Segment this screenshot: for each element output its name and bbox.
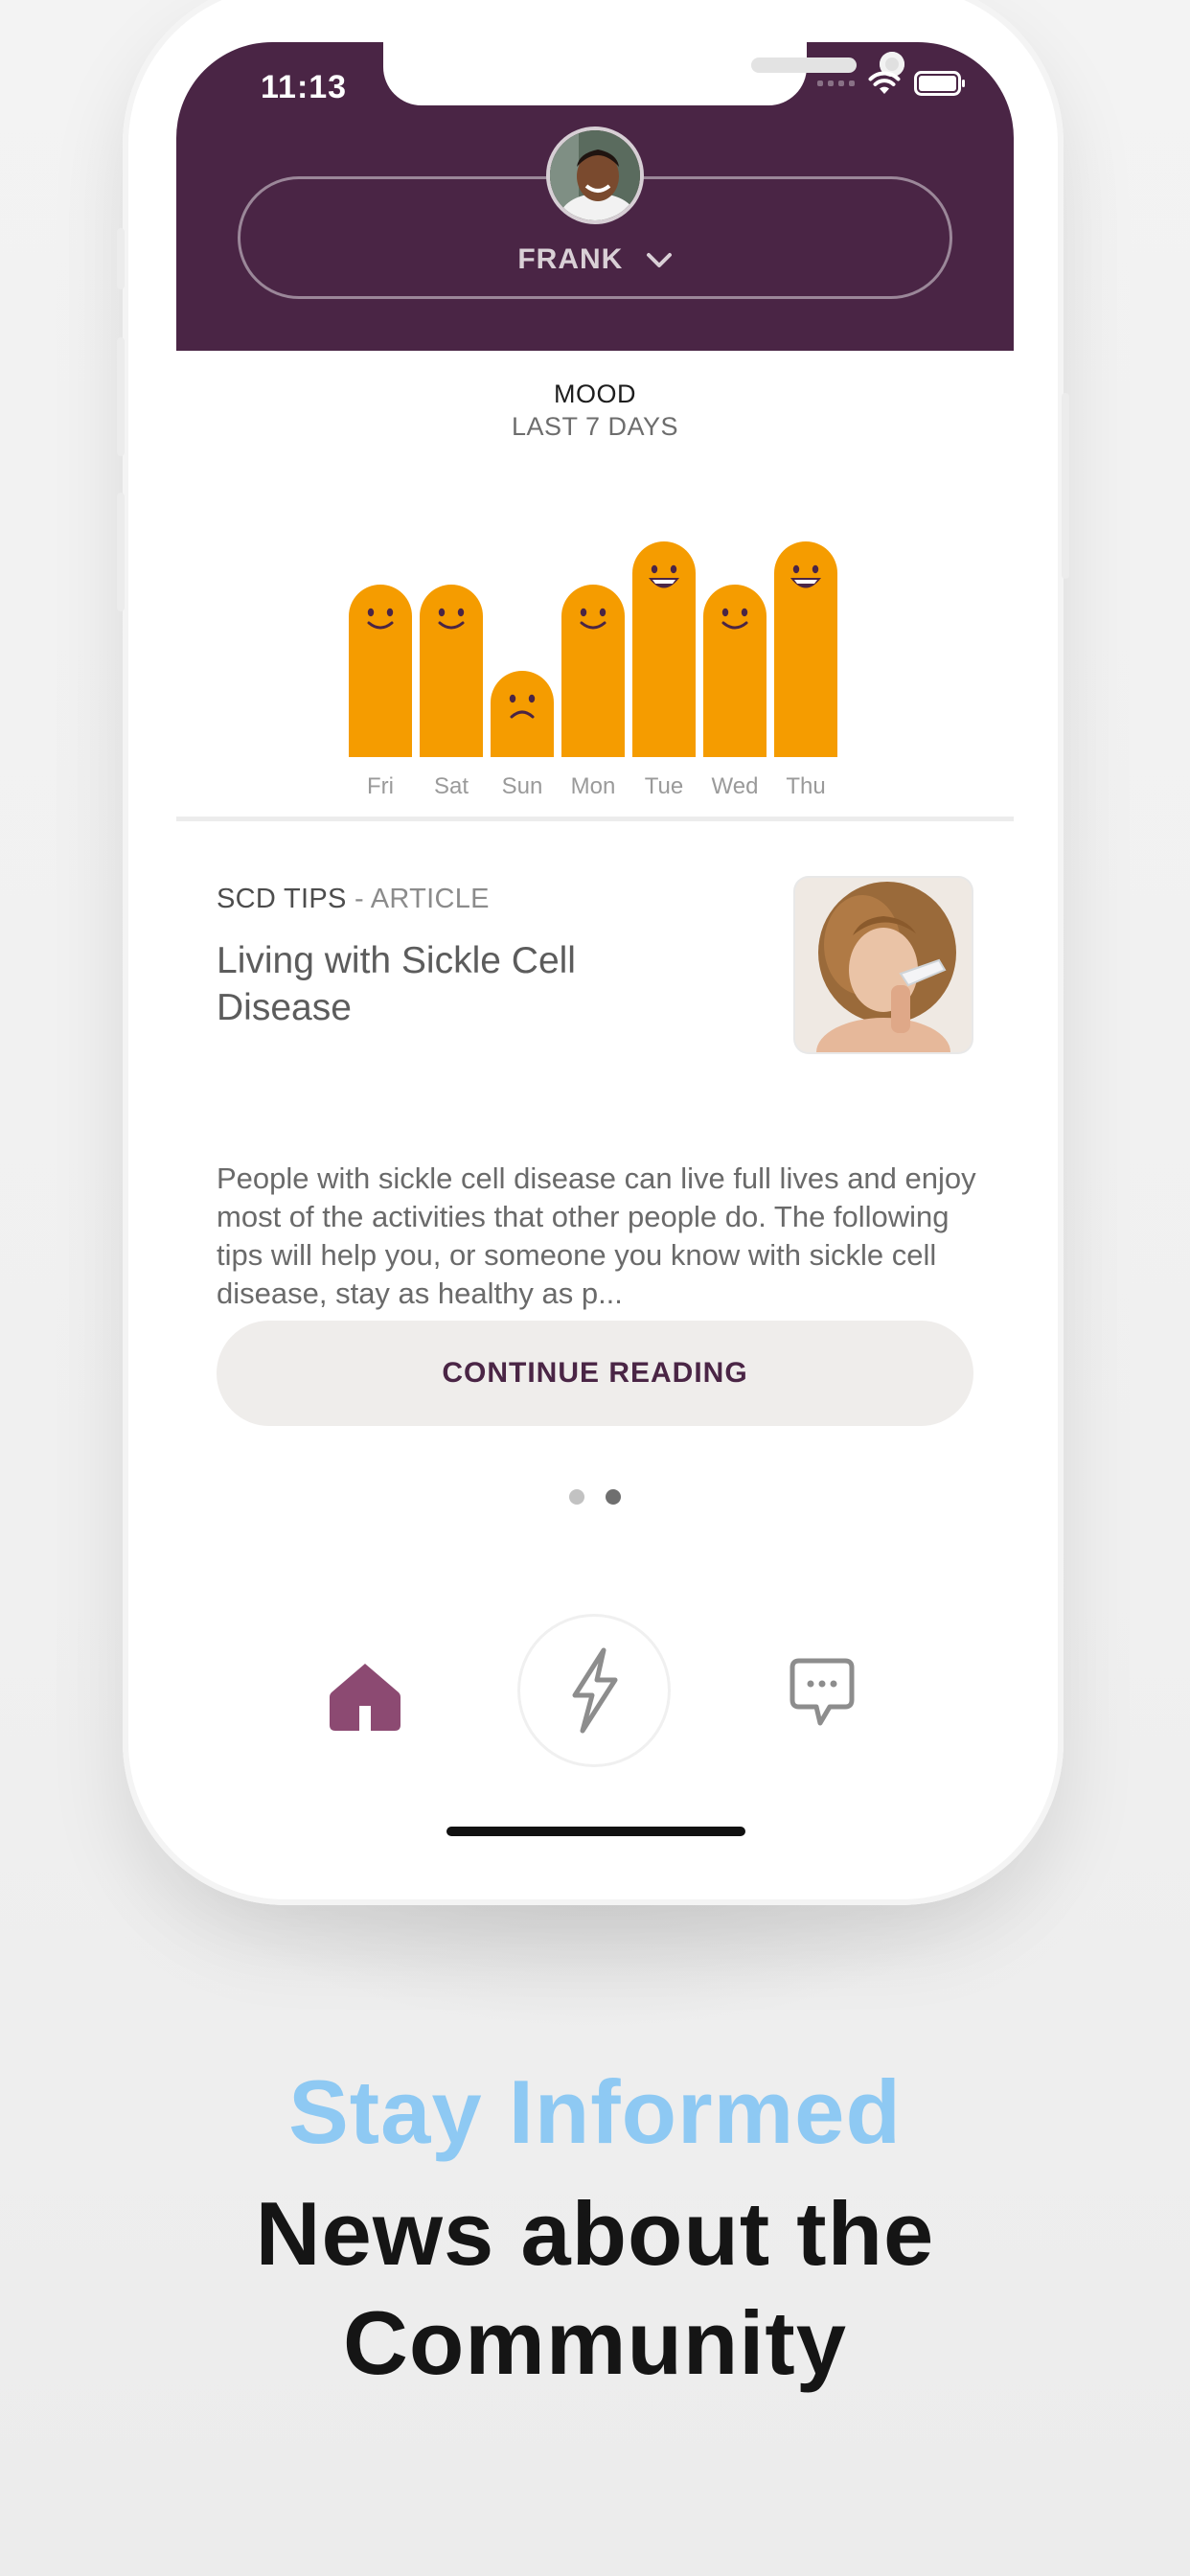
article-thumbnail[interactable] bbox=[795, 878, 972, 1052]
lightning-icon bbox=[572, 1647, 618, 1734]
profile-name-label: FRANK bbox=[517, 243, 624, 275]
mood-bar-sat[interactable] bbox=[420, 585, 483, 757]
mood-bar-shape bbox=[561, 585, 625, 757]
mood-day-label: Sat bbox=[434, 773, 469, 799]
tab-home[interactable] bbox=[330, 1662, 400, 1731]
mood-bar-shape bbox=[703, 585, 767, 757]
tab-messages[interactable] bbox=[790, 1658, 855, 1729]
mood-day-label: Thu bbox=[786, 773, 825, 799]
status-icons bbox=[817, 71, 966, 96]
mood-bar-shape bbox=[349, 585, 412, 757]
article-kicker-separator: - bbox=[354, 884, 364, 914]
marketing-tagline: Stay Informed bbox=[288, 2061, 902, 2162]
grin-teeth bbox=[652, 580, 675, 584]
mood-bar-sun[interactable] bbox=[491, 671, 554, 757]
mood-face-eye bbox=[438, 608, 446, 617]
mood-bar-fri[interactable] bbox=[349, 585, 412, 757]
mood-bar-shape bbox=[774, 541, 837, 757]
side-button-mute bbox=[117, 228, 125, 289]
mood-chart: Fri Sat Sun Mon Tue Wed Thu bbox=[349, 541, 837, 799]
continue-reading-button[interactable]: CONTINUE READING bbox=[217, 1321, 973, 1426]
mood-bar-shape bbox=[491, 671, 554, 757]
page-dot-2[interactable] bbox=[606, 1489, 621, 1505]
mood-face-eye bbox=[599, 608, 606, 617]
mood-bar-mon[interactable] bbox=[561, 585, 625, 757]
cellular-signal-icon bbox=[817, 80, 855, 86]
side-button-volume-up bbox=[117, 337, 125, 456]
home-indicator[interactable] bbox=[446, 1827, 745, 1836]
chat-bubble-icon bbox=[790, 1658, 855, 1726]
wifi-icon bbox=[868, 71, 901, 94]
mood-face-eye bbox=[651, 564, 658, 574]
mood-face-eye bbox=[367, 608, 375, 617]
mood-face-eye bbox=[386, 608, 394, 617]
marketing-headline: News about the Community bbox=[255, 2183, 935, 2393]
mood-face-eye bbox=[509, 694, 516, 703]
grin-teeth bbox=[794, 580, 817, 584]
mood-day-label: Mon bbox=[571, 773, 616, 799]
device-notch bbox=[383, 42, 904, 105]
article-kicker: SCD TIPS - ARTICLE bbox=[217, 884, 490, 915]
mood-face-eye bbox=[812, 564, 819, 574]
side-button-volume-down bbox=[117, 493, 125, 611]
article-type: ARTICLE bbox=[370, 884, 490, 914]
side-button-power bbox=[1062, 393, 1069, 579]
mood-face-eye bbox=[792, 564, 800, 574]
mood-face-eye bbox=[528, 694, 536, 703]
avatar-photo bbox=[550, 130, 640, 220]
mood-day-label: Tue bbox=[645, 773, 683, 799]
page-indicator[interactable] bbox=[176, 1489, 1014, 1505]
app-screen: 11:13 FRANK MOOD LAST 7 DAYS Fri Sat Sun… bbox=[176, 42, 1014, 1853]
mood-face-eye bbox=[670, 564, 677, 574]
mood-day-label: Fri bbox=[367, 773, 394, 799]
battery-icon bbox=[914, 71, 965, 96]
article-excerpt: People with sickle cell disease can live… bbox=[217, 1162, 976, 1310]
mood-bar-tue[interactable] bbox=[632, 541, 696, 757]
status-time: 11:13 bbox=[261, 69, 348, 105]
mood-bar-shape bbox=[420, 585, 483, 757]
page-dot-1[interactable] bbox=[569, 1489, 584, 1505]
chevron-down-icon bbox=[646, 244, 673, 277]
mood-face-eye bbox=[580, 608, 587, 617]
mood-bar-shape bbox=[632, 541, 696, 757]
tab-quick-log[interactable] bbox=[517, 1614, 671, 1767]
section-divider bbox=[176, 816, 1014, 821]
article-category: SCD TIPS bbox=[217, 884, 347, 914]
mood-title: MOOD bbox=[554, 380, 636, 408]
mood-day-label: Wed bbox=[712, 773, 759, 799]
mood-face-eye bbox=[721, 608, 729, 617]
mood-subtitle: LAST 7 DAYS bbox=[511, 412, 679, 441]
mood-bar-wed[interactable] bbox=[703, 585, 767, 757]
profile-name-dropdown[interactable]: FRANK bbox=[176, 243, 1014, 277]
mood-bar-thu[interactable] bbox=[774, 541, 837, 757]
app-header: 11:13 FRANK bbox=[176, 42, 1014, 351]
mood-day-label: Sun bbox=[502, 773, 543, 799]
home-icon bbox=[330, 1664, 400, 1731]
user-avatar[interactable] bbox=[546, 126, 644, 224]
article-thumbnail-photo bbox=[795, 878, 972, 1052]
mood-face-eye bbox=[457, 608, 465, 617]
article-title[interactable]: Living with Sickle Cell Disease bbox=[217, 937, 581, 1031]
mood-face-eye bbox=[741, 608, 748, 617]
